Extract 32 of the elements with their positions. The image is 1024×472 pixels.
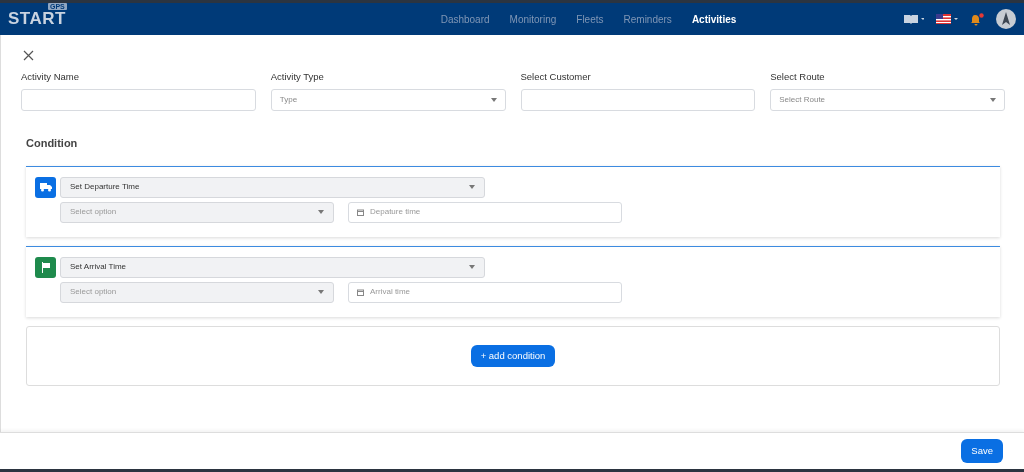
field-label: Activity Name (21, 70, 81, 84)
option-select[interactable]: Select option (60, 201, 334, 223)
section-title: Condition (26, 136, 79, 152)
nav-link[interactable]: Dashboard (440, 11, 490, 27)
avatar-icon[interactable] (996, 9, 1016, 29)
input-field[interactable] (520, 89, 756, 112)
calendar-icon (357, 208, 364, 216)
truck-icon (39, 182, 52, 193)
nav-link[interactable]: Fleets (576, 11, 604, 27)
flag-menu-icon[interactable] (936, 14, 958, 24)
flag-icon (40, 261, 51, 273)
time-field[interactable]: Arrival time (348, 281, 622, 303)
input-field[interactable] (21, 89, 256, 112)
field-label: Activity Type (270, 70, 325, 84)
book-menu-icon[interactable] (904, 14, 924, 24)
nav-link[interactable]: Activities (691, 11, 737, 27)
select-field[interactable]: Select Route (770, 89, 1005, 112)
nav-link[interactable]: Monitoring (509, 11, 557, 27)
nav-link[interactable]: Reminders (623, 11, 672, 27)
time-field[interactable]: Depature time (348, 201, 622, 223)
bell-icon[interactable] (970, 12, 984, 26)
event-select[interactable]: Set Departure Time (60, 176, 485, 198)
close-icon[interactable] (23, 49, 34, 61)
select-field[interactable]: Type (270, 89, 506, 112)
field-label: Select Customer (520, 70, 592, 84)
save-button[interactable]: Save (961, 438, 1003, 464)
calendar-icon (357, 288, 364, 296)
logo: START (8, 9, 66, 28)
add-condition-button[interactable]: + add condition (470, 344, 556, 367)
option-select[interactable]: Select option (60, 281, 334, 303)
field-label: Select Route (770, 70, 826, 84)
event-select[interactable]: Set Arrival Time (60, 256, 485, 278)
